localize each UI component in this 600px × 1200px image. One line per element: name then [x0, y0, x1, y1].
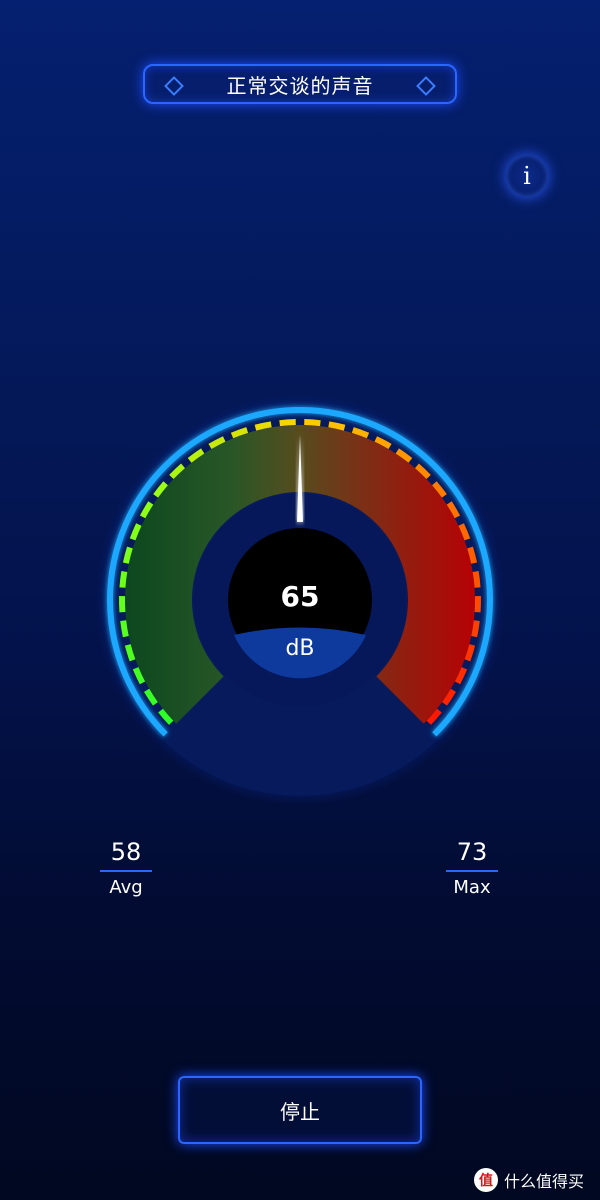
avg-underline [100, 870, 152, 872]
gauge-tick [328, 421, 346, 431]
decibel-unit: dB [285, 636, 315, 661]
decibel-value: 65 [280, 580, 320, 613]
watermark: 值 什么值得买 [474, 1166, 584, 1194]
avg-stat: 58 Avg [96, 838, 156, 899]
gauge-tick [254, 421, 272, 431]
stop-button[interactable]: 停止 [178, 1076, 422, 1144]
watermark-text: 什么值得买 [504, 1172, 585, 1191]
gauge-tick [467, 546, 478, 564]
watermark-logo-icon: 值 [474, 1168, 498, 1192]
max-value: 73 [456, 838, 488, 866]
avg-label: Avg [109, 877, 143, 898]
gauge-tick [471, 620, 480, 638]
gauge-tick [279, 419, 296, 427]
gauge-tick [120, 620, 129, 638]
max-stat: 73 Max [442, 838, 502, 899]
stop-button-label: 停止 [280, 1099, 320, 1124]
gauge-tick [472, 571, 481, 588]
avg-value: 58 [110, 838, 142, 866]
gauge-tick [304, 419, 321, 427]
gauge-tick [119, 571, 128, 588]
max-underline [446, 870, 498, 872]
max-label: Max [453, 877, 491, 898]
gauge-tick [122, 546, 133, 564]
